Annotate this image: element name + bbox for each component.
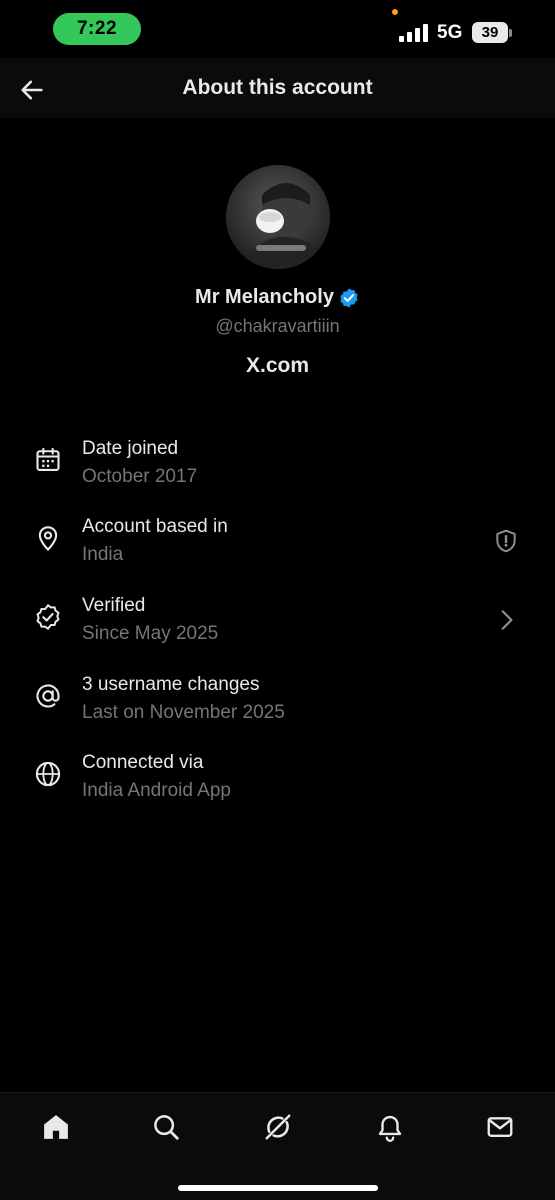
info-item-username-changes: 3 username changes Last on November 2025: [0, 660, 555, 738]
handle: @chakravartiiin: [215, 316, 340, 336]
chevron-right-icon[interactable]: [493, 607, 519, 633]
location-pin-icon: [38, 526, 58, 551]
info-title: Date joined: [82, 438, 179, 459]
top-header: About this account: [0, 58, 555, 118]
info-item-connected-via: Connected via India Android App: [0, 738, 555, 816]
shield-alert-icon[interactable]: [493, 528, 519, 554]
bottom-nav: [0, 1092, 555, 1200]
calendar-icon: [36, 447, 60, 471]
verified-badge-icon: [340, 287, 358, 308]
info-item-account-based-in: Account based in India: [0, 502, 555, 580]
site-row: X.com: [0, 354, 555, 378]
nav-search[interactable]: [150, 1111, 182, 1143]
name-row: Mr Melancholy: [0, 286, 555, 309]
info-subtitle: Last on November 2025: [82, 702, 285, 723]
verified-check-icon: [36, 604, 60, 630]
display-name: Mr Melancholy: [195, 286, 334, 308]
page-title: About this account: [182, 76, 373, 99]
home-indicator[interactable]: [178, 1185, 378, 1191]
avatar-photo: [226, 165, 330, 269]
info-item-date-joined: Date joined October 2017: [0, 424, 555, 502]
nav-notifications[interactable]: [374, 1111, 406, 1143]
at-sign-icon: [36, 684, 60, 708]
info-subtitle: Since May 2025: [82, 623, 219, 644]
nav-grok[interactable]: [262, 1111, 294, 1143]
info-subtitle: October 2017: [82, 466, 198, 487]
network-type: 5G: [437, 22, 463, 43]
battery-level: 39: [472, 22, 508, 43]
home-icon: [44, 1115, 68, 1139]
mail-icon: [487, 1117, 513, 1137]
nav-messages[interactable]: [484, 1111, 516, 1143]
signal-strength-icon: [399, 24, 428, 42]
globe-icon: [35, 761, 61, 787]
info-title: 3 username changes: [82, 674, 260, 695]
info-title: Connected via: [82, 752, 204, 773]
avatar[interactable]: [226, 165, 330, 269]
info-subtitle: India: [82, 544, 124, 565]
grok-icon: [265, 1114, 291, 1140]
status-time: 7:22: [53, 13, 141, 45]
info-item-verified[interactable]: Verified Since May 2025: [0, 581, 555, 659]
privacy-indicator-dot: [392, 9, 398, 15]
search-icon: [154, 1115, 179, 1140]
bell-icon: [378, 1115, 402, 1142]
info-title: Verified: [82, 595, 146, 616]
info-subtitle: India Android App: [82, 780, 231, 801]
info-title: Account based in: [82, 516, 228, 537]
status-bar: 7:22 5G 39: [0, 0, 555, 58]
site-label: X.com: [245, 354, 310, 377]
nav-home[interactable]: [40, 1111, 72, 1143]
battery-cap: [509, 29, 512, 37]
